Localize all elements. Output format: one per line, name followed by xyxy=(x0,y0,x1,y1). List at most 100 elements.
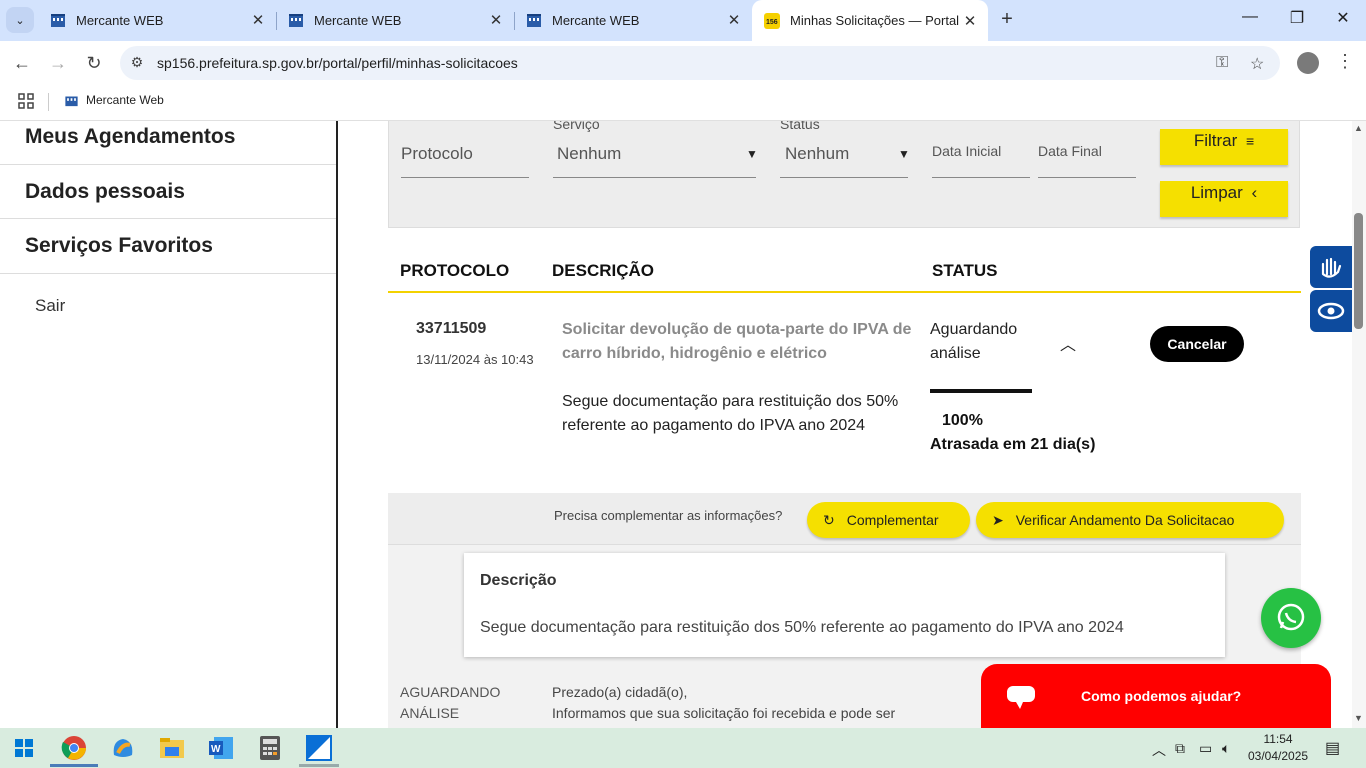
svg-text:156: 156 xyxy=(766,19,778,26)
divider xyxy=(0,164,336,165)
battery-icon[interactable]: ▭ xyxy=(1199,740,1212,757)
sidebar-item-dados-pessoais[interactable]: Dados pessoais xyxy=(25,180,185,204)
browser-tab[interactable]: Mercante WEB ✕ xyxy=(514,2,752,38)
active-app-indicator xyxy=(50,764,98,767)
calculator-icon[interactable] xyxy=(250,732,290,764)
svg-text:W: W xyxy=(211,744,221,755)
bookmark-divider xyxy=(48,93,49,111)
new-tab-icon[interactable]: + xyxy=(996,8,1018,32)
browser-tab-active[interactable]: 156 Minhas Solicitações — Portal ✕ xyxy=(752,0,988,41)
chat-bubble-icon xyxy=(1007,686,1035,709)
close-icon[interactable]: ✕ xyxy=(486,11,506,29)
send-icon: ➤ xyxy=(992,511,1004,528)
progress-bar xyxy=(930,389,1032,393)
history-message: Prezado(a) cidadã(o), Informamos que sua… xyxy=(552,682,895,724)
whatsapp-icon xyxy=(1277,603,1305,631)
data-inicial-label: Data Inicial xyxy=(932,143,1002,159)
scroll-down-icon[interactable]: ▼ xyxy=(1354,713,1363,723)
back-icon[interactable]: ← xyxy=(10,51,34,75)
forward-icon[interactable]: → xyxy=(46,51,70,75)
menu-kebab-icon[interactable]: ⋮ xyxy=(1336,51,1354,72)
dropdown-arrow-icon: ▼ xyxy=(898,147,910,161)
accessibility-view-button[interactable] xyxy=(1310,290,1352,332)
minimize-icon[interactable]: — xyxy=(1238,8,1262,26)
url-text[interactable]: sp156.prefeitura.sp.gov.br/portal/perfil… xyxy=(157,55,518,71)
limpar-label: Limpar xyxy=(1190,183,1243,202)
tab-search-button[interactable]: ⌄ xyxy=(6,7,34,33)
password-key-icon[interactable]: ⚿ xyxy=(1216,54,1228,72)
request-description: Segue documentação para restituição dos … xyxy=(562,393,899,434)
scrollbar-thumb[interactable] xyxy=(1354,213,1363,329)
chevron-left-icon: ‹ xyxy=(1251,183,1258,202)
open-app-indicator xyxy=(299,764,339,767)
description-text: Segue documentação para restituição dos … xyxy=(480,619,1124,636)
filter-lines-icon: ≡ xyxy=(1246,133,1255,149)
site-settings-icon[interactable]: ⚙ xyxy=(128,54,146,72)
progress-percent: 100% xyxy=(942,412,983,429)
verificar-andamento-button[interactable]: ➤ Verificar Andamento Da Solicitacao xyxy=(976,502,1284,538)
request-date: 13/11/2024 às 10:43 xyxy=(416,352,534,367)
word-icon[interactable]: W xyxy=(201,732,241,764)
message-line: Prezado(a) cidadã(o), xyxy=(552,684,688,700)
copilot-icon[interactable] xyxy=(103,732,143,764)
window-close-icon[interactable]: ✕ xyxy=(1331,8,1355,28)
restore-icon[interactable]: ❐ xyxy=(1285,8,1309,28)
column-header-protocolo: PROTOCOLO xyxy=(400,261,510,280)
building-icon xyxy=(51,14,65,27)
browser-tab[interactable]: Mercante WEB ✕ xyxy=(276,2,514,38)
reload-icon[interactable]: ↻ xyxy=(82,51,106,75)
tab-title: Mercante WEB xyxy=(76,12,164,28)
system-clock[interactable]: 11:54 03/04/2025 xyxy=(1248,731,1308,765)
complement-question: Precisa complementar as informações? xyxy=(554,508,783,523)
tab-title: Mercante WEB xyxy=(314,12,402,28)
profile-avatar[interactable] xyxy=(1297,52,1319,74)
close-icon[interactable]: ✕ xyxy=(248,11,268,29)
tab-title: Mercante WEB xyxy=(552,12,640,28)
description-card xyxy=(464,553,1225,657)
sync-icon: ↻ xyxy=(823,511,835,528)
building-icon xyxy=(289,14,303,27)
notifications-icon[interactable]: ▤ xyxy=(1325,738,1340,758)
browser-tab[interactable]: Mercante WEB ✕ xyxy=(38,2,276,38)
whatsapp-button[interactable] xyxy=(1261,588,1321,648)
column-header-status: STATUS xyxy=(932,261,998,280)
sidebar-item-agendamentos[interactable]: Meus Agendamentos xyxy=(25,125,235,149)
filtrar-button[interactable]: Filtrar ≡ xyxy=(1160,129,1288,165)
file-explorer-icon[interactable] xyxy=(152,732,192,764)
data-final-label: Data Final xyxy=(1038,143,1102,159)
bookmark-mercante[interactable]: Mercante Web xyxy=(64,93,164,107)
apps-grid-icon[interactable] xyxy=(18,93,34,109)
chevron-up-icon[interactable]: ︿ xyxy=(1060,331,1076,355)
dropdown-arrow-icon: ▼ xyxy=(746,147,758,161)
status-text: Aguardando análise xyxy=(930,321,1018,362)
limpar-button[interactable]: Limpar ‹ xyxy=(1160,181,1288,217)
app-blue-icon[interactable] xyxy=(299,732,339,764)
close-icon[interactable]: ✕ xyxy=(960,12,980,30)
windows-start-icon[interactable] xyxy=(4,732,44,764)
scroll-up-icon[interactable]: ▲ xyxy=(1354,123,1363,133)
verificar-label: Verificar Andamento Da Solicitacao xyxy=(1015,512,1235,528)
bookmark-star-icon[interactable]: ☆ xyxy=(1250,54,1264,74)
windows-taskbar: W ︿ ⧉ ▭ 🔈︎ 11:54 03/04/2025 ▤ xyxy=(0,728,1366,768)
complementar-button[interactable]: ↻ Complementar xyxy=(807,502,970,538)
meet-now-icon[interactable]: ⧉ xyxy=(1175,740,1185,757)
servico-value: Nenhum xyxy=(557,144,622,163)
address-bar[interactable]: ⚙ sp156.prefeitura.sp.gov.br/portal/perf… xyxy=(120,46,1280,80)
logout-link[interactable]: Sair xyxy=(35,296,65,316)
complementar-label: Complementar xyxy=(846,512,939,528)
volume-icon[interactable]: 🔈︎ xyxy=(1222,740,1230,757)
close-icon[interactable]: ✕ xyxy=(724,11,744,29)
stage-line: ANÁLISE xyxy=(400,705,460,721)
bookmarks-bar: Mercante Web xyxy=(0,85,1366,121)
sidebar-item-servicos-favoritos[interactable]: Serviços Favoritos xyxy=(25,234,213,258)
libras-button[interactable] xyxy=(1310,246,1352,288)
tray-chevron-up-icon[interactable]: ︿ xyxy=(1152,740,1166,760)
page-content: Meus Agendamentos Dados pessoais Serviço… xyxy=(0,121,1366,728)
tab-strip: ⌄ Mercante WEB ✕ Mercante WEB ✕ Mercante… xyxy=(0,0,1366,41)
column-header-descricao: DESCRIÇÃO xyxy=(552,261,655,280)
description-heading: Descrição xyxy=(480,572,557,589)
cancel-button[interactable]: Cancelar xyxy=(1150,326,1244,362)
sp156-logo-icon: 156 xyxy=(764,12,780,29)
building-icon xyxy=(527,14,541,27)
chrome-icon[interactable] xyxy=(54,732,94,764)
